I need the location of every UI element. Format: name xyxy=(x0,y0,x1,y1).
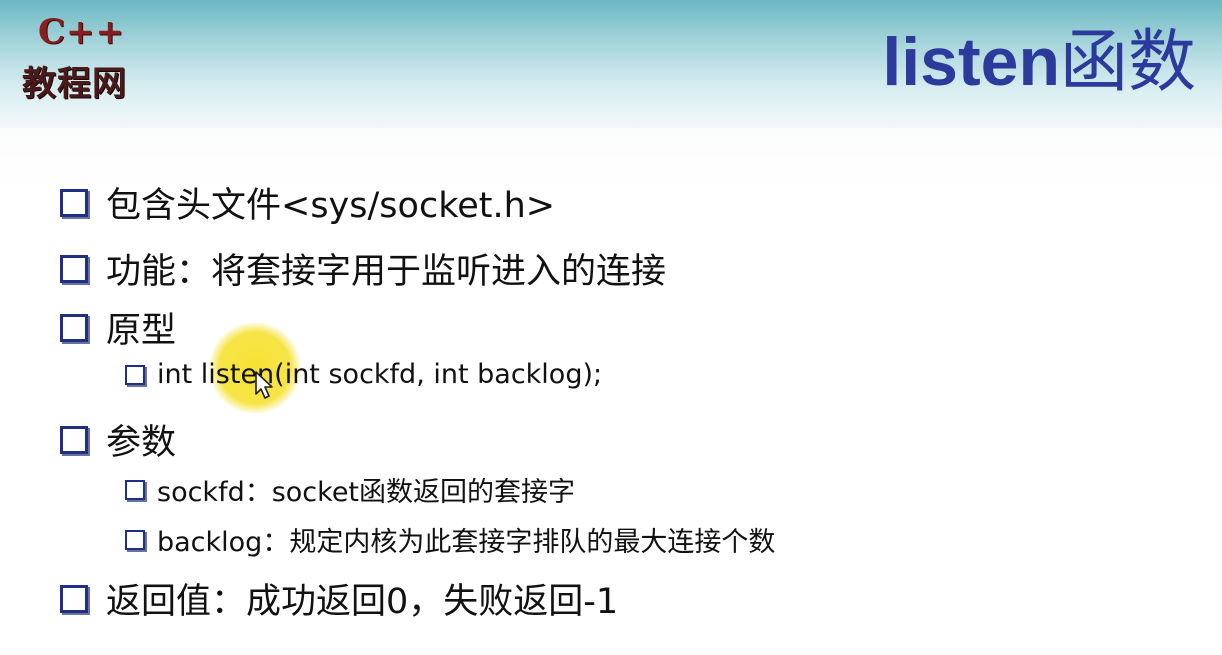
sub-bullet-box-icon xyxy=(125,529,145,550)
bullet-function: 功能：将套接字用于监听进入的连接 xyxy=(60,243,666,294)
title-en: listen xyxy=(882,24,1060,100)
sub-bullet-text: int listen(int sockfd, int backlog); xyxy=(157,359,603,390)
bullet-box-icon xyxy=(60,584,88,613)
bullet-box-icon xyxy=(60,254,88,283)
bullet-include-header: 包含头文件<sys/socket.h> xyxy=(60,177,555,228)
sub-bullet-sockfd: sockfd：socket函数返回的套接字 xyxy=(125,470,575,509)
logo-line-1: C++ xyxy=(38,12,126,52)
slide: C++ 教程网 listen函数 包含头文件<sys/socket.h> 功能：… xyxy=(0,0,1222,655)
site-logo: C++ 教程网 xyxy=(20,12,160,104)
bullet-text: 返回值：成功返回0，失败返回-1 xyxy=(106,582,619,622)
bullet-params: 参数 xyxy=(60,414,176,465)
bullet-prototype: 原型 xyxy=(60,302,176,353)
bullet-box-icon xyxy=(60,188,88,217)
bullet-box-icon xyxy=(60,425,88,454)
sub-bullet-box-icon xyxy=(125,479,145,500)
logo-line-2: 教程网 xyxy=(22,64,127,104)
bullet-box-icon xyxy=(60,313,88,342)
bullet-text: 原型 xyxy=(106,311,177,351)
sub-bullet-text: backlog：规定内核为此套接字排队的最大连接个数 xyxy=(157,527,776,558)
slide-title: listen函数 xyxy=(882,28,1196,97)
sub-bullet-box-icon xyxy=(125,364,145,385)
bullet-return-value: 返回值：成功返回0，失败返回-1 xyxy=(60,573,618,624)
bullet-text: 参数 xyxy=(106,423,177,463)
sub-bullet-backlog: backlog：规定内核为此套接字排队的最大连接个数 xyxy=(125,520,775,559)
title-cn: 函数 xyxy=(1059,23,1196,102)
slide-header: C++ 教程网 listen函数 xyxy=(0,0,1222,128)
mouse-pointer-icon xyxy=(255,371,273,399)
bullet-text: 功能：将套接字用于监听进入的连接 xyxy=(106,252,667,292)
bullet-text: 包含头文件<sys/socket.h> xyxy=(106,186,556,226)
sub-bullet-prototype-signature: int listen(int sockfd, int backlog); xyxy=(125,359,602,390)
sub-bullet-text: sockfd：socket函数返回的套接字 xyxy=(157,477,576,508)
